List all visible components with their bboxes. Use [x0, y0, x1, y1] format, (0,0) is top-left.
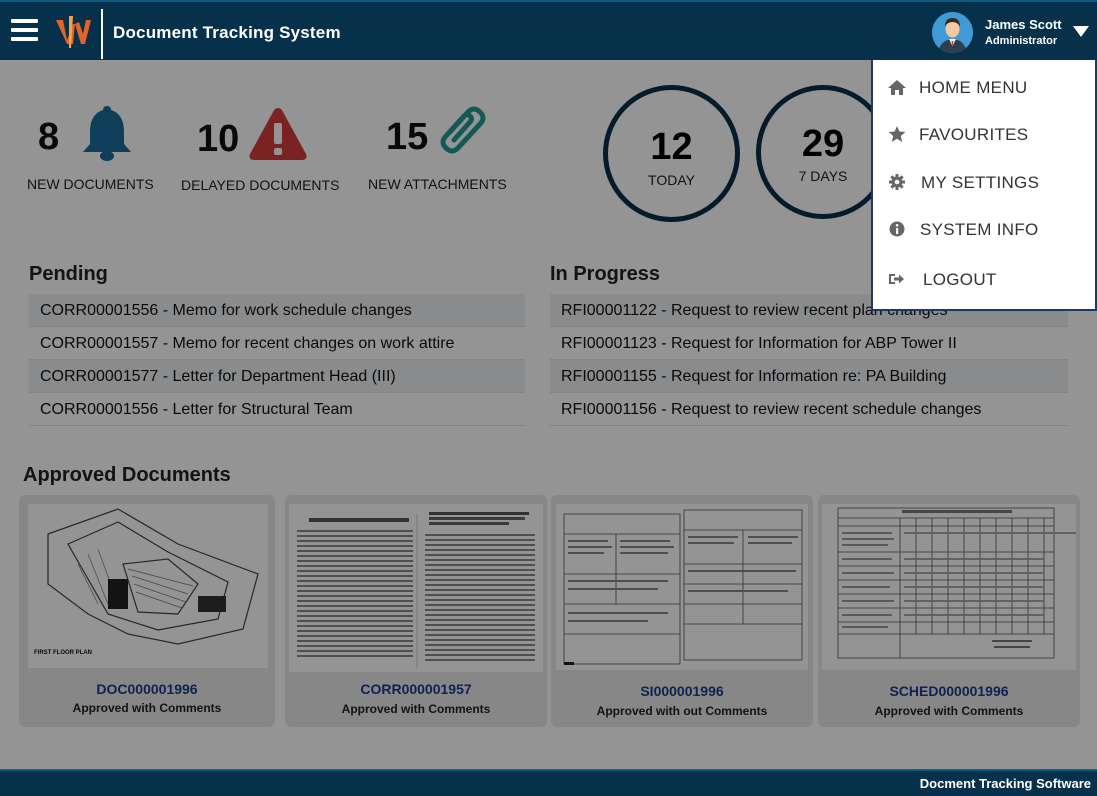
user-role: Administrator	[985, 35, 1058, 47]
menu-item-logout[interactable]: LOGOUT	[873, 258, 1095, 302]
star-icon	[888, 126, 906, 142]
menu-item-system-info[interactable]: SYSTEM INFO	[873, 208, 1095, 252]
logout-icon	[889, 274, 904, 284]
info-icon	[889, 221, 905, 237]
footer: Docment Tracking Software	[0, 769, 1097, 796]
app-title: Document Tracking System	[113, 23, 341, 42]
top-navbar: Document Tracking System James Scott Adm…	[0, 0, 1097, 60]
menu-item-label: MY SETTINGS	[921, 173, 1040, 192]
header-divider	[101, 9, 103, 59]
gear-icon	[889, 174, 905, 190]
menu-item-label: FAVOURITES	[919, 125, 1029, 144]
hamburger-menu-icon[interactable]	[11, 19, 38, 43]
menu-item-label: SYSTEM INFO	[920, 220, 1039, 239]
app-logo	[56, 16, 91, 48]
menu-item-home[interactable]: HOME MENU	[873, 66, 1095, 110]
user-dropdown-menu: HOME MENU FAVOURITES MY SETTINGS SYSTEM …	[871, 60, 1097, 311]
menu-item-my-settings[interactable]: MY SETTINGS	[873, 161, 1095, 205]
menu-item-label: LOGOUT	[923, 270, 997, 289]
user-avatar[interactable]	[932, 12, 973, 53]
menu-item-label: HOME MENU	[919, 78, 1028, 97]
user-menu-caret-icon[interactable]	[1073, 26, 1089, 37]
menu-item-favourites[interactable]: FAVOURITES	[873, 113, 1095, 157]
user-name: James Scott	[985, 17, 1062, 32]
footer-text: Docment Tracking Software	[919, 776, 1091, 791]
home-icon	[888, 80, 906, 95]
